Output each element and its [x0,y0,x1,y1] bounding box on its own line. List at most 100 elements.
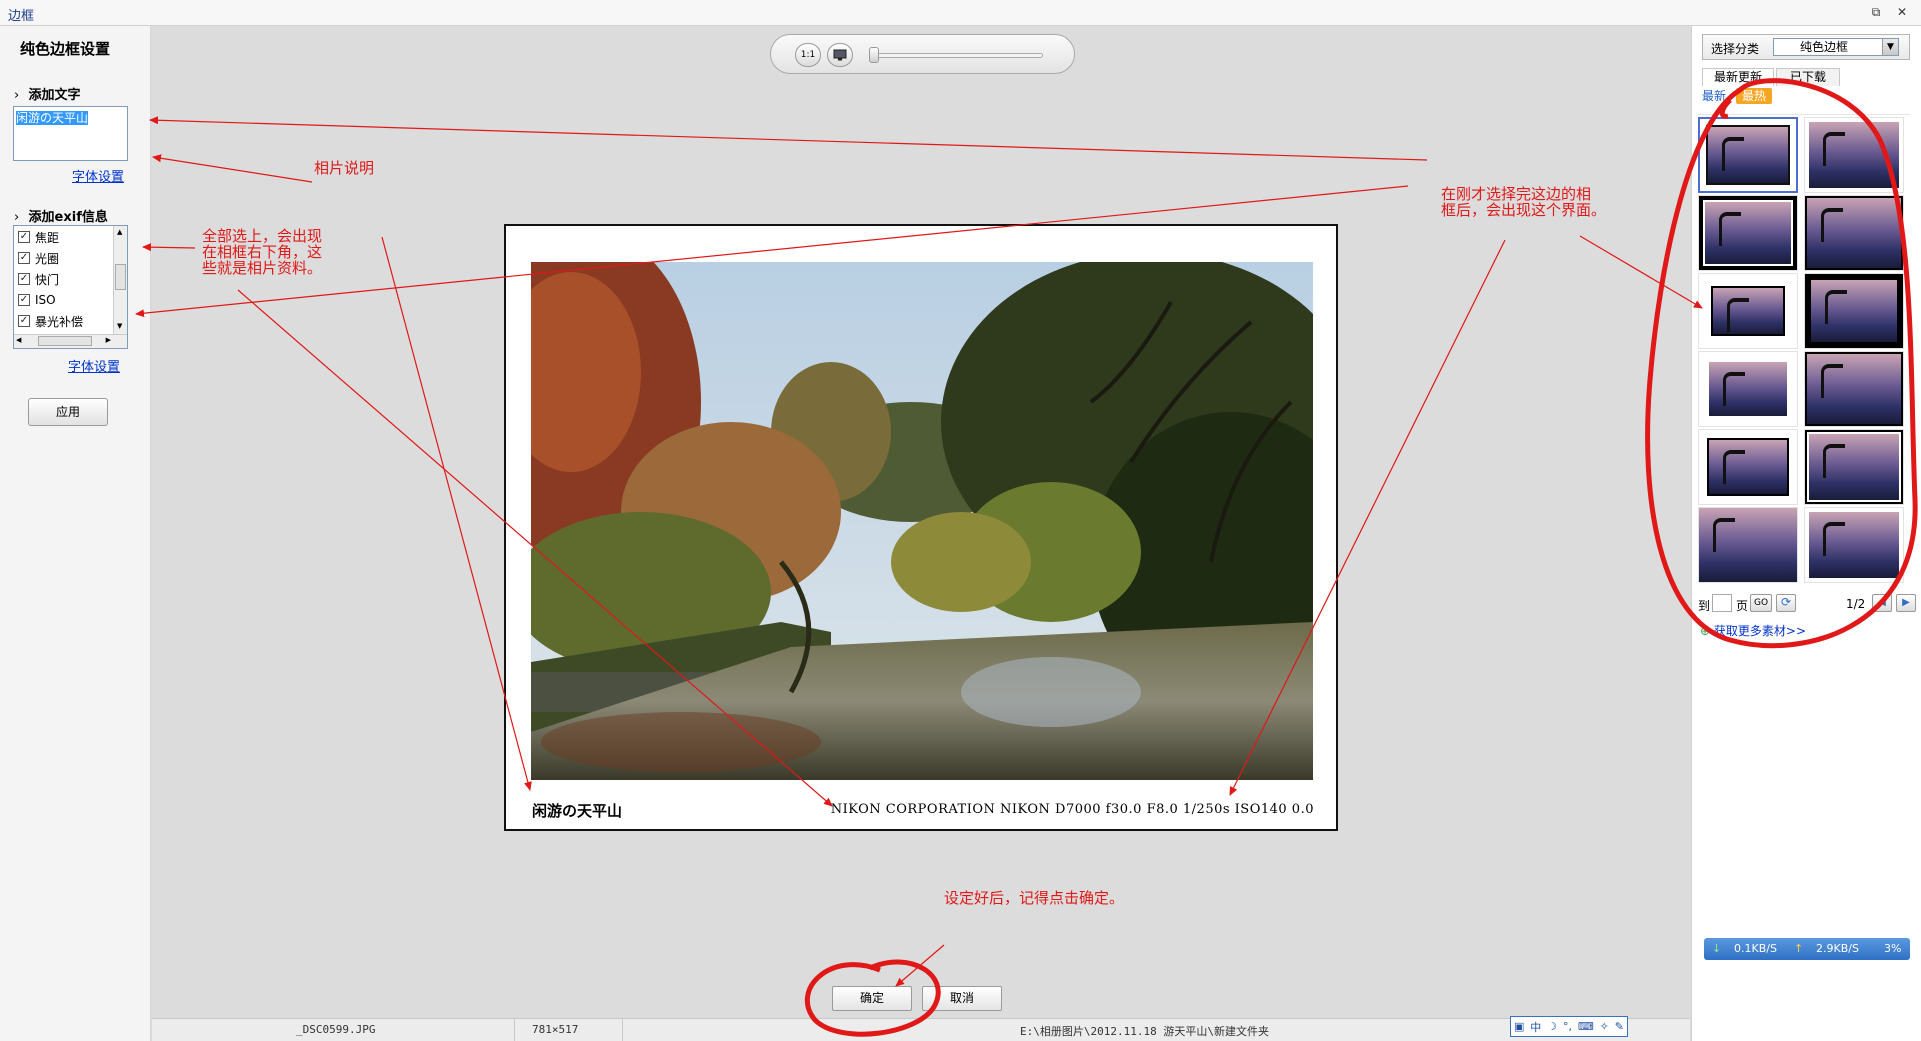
tree-silhouette [1727,298,1749,332]
frame-thumbnail[interactable] [1804,351,1904,427]
cancel-button[interactable]: 取消 [922,986,1002,1011]
checkbox[interactable]: ✓ [18,252,30,264]
chevron-right-icon: › [14,210,20,225]
exif-option[interactable]: ✓ 焦距 [18,228,59,246]
add-exif-section-header[interactable]: › 添加exif信息 [14,206,108,225]
ime-mode[interactable]: 中 [1530,1019,1541,1035]
keyboard-icon[interactable]: ⌨ [1578,1020,1594,1033]
category-bar: 选择分类 纯色边框 ▼ [1702,34,1910,60]
chevron-down-icon[interactable]: ▼ [1882,39,1898,55]
monitor-icon [833,49,847,61]
category-select[interactable]: 纯色边框 ▼ [1773,38,1899,56]
settings-icon[interactable]: ✧ [1600,1020,1609,1033]
annotation-exif: 全部选上，会出现 在相框右下角，这 些就是相片资料。 [202,227,323,277]
fit-screen-button[interactable] [827,43,853,67]
frame-thumbnail[interactable] [1804,195,1904,271]
tree-silhouette [1723,372,1745,406]
tab-latest-updates[interactable]: 最新更新 [1702,68,1774,86]
tree-silhouette [1823,132,1845,166]
exif-option-label: 光圈 [35,251,60,266]
exif-option-label: 快门 [35,272,60,287]
exif-list-horizontal-scrollbar[interactable]: ◀ ▶ [14,334,127,348]
tree-silhouette [1821,208,1843,242]
zoom-slider-handle[interactable] [869,47,879,63]
photo-image [531,262,1313,780]
checkbox[interactable]: ✓ [18,315,30,327]
add-text-label: 添加文字 [28,88,81,103]
pager: 到 页 GO ⟳ 1/2 ◀ ▶ [1698,594,1916,614]
annotation-confirm: 设定好后，记得点击确定。 [944,889,1125,907]
frame-thumbnail[interactable] [1698,429,1798,505]
ime-logo-icon: ▣ [1513,1020,1525,1033]
wrench-icon[interactable]: ✎ [1615,1020,1624,1033]
thumbnail-image [1711,286,1785,336]
frame-thumbnail[interactable] [1698,273,1798,349]
tab-downloaded[interactable]: 已下载 [1776,68,1840,86]
ok-button[interactable]: 确定 [832,986,912,1011]
scroll-thumb[interactable] [38,336,92,346]
text-font-settings-link[interactable]: 字体设置 [72,166,124,185]
bordered-photo-preview: 闲游の天平山 NIKON CORPORATION NIKON D7000 f30… [504,224,1338,831]
frame-thumbnail[interactable] [1804,507,1904,583]
go-button[interactable]: GO [1750,594,1772,612]
network-speed-widget: ↓ 0.1KB/S ↑ 2.9KB/S 3% [1704,938,1910,960]
download-arrow-icon: ↓ [1712,942,1722,955]
frame-caption-text: 闲游の天平山 [532,802,623,820]
thumbnail-image [1807,354,1901,424]
checkbox[interactable]: ✓ [18,231,30,243]
frame-thumbnail[interactable] [1698,195,1798,271]
exif-option[interactable]: ✓ ISO [18,291,56,309]
checkbox[interactable]: ✓ [18,273,30,285]
download-speed: 0.1KB/S [1734,942,1777,955]
tree-silhouette [1723,450,1745,484]
exif-option-label: 暴光补偿 [35,314,84,329]
ime-toolbar[interactable]: ▣ 中 ☽ °, ⌨ ✧ ✎ [1510,1016,1628,1037]
exif-option[interactable]: ✓ 光圈 [18,249,59,267]
frame-exif-text: NIKON CORPORATION NIKON D7000 f30.0 F8.0… [830,802,1314,817]
next-page-button[interactable]: ▶ [1896,594,1916,612]
frame-thumbnail[interactable] [1804,117,1904,193]
thumbnail-image [1706,125,1790,185]
zoom-slider-track[interactable] [873,53,1043,58]
status-dimensions: 781×517 [532,1023,579,1036]
frame-material-panel: 选择分类 纯色边框 ▼ 最新更新 已下载 最新 最热 到 页 GO ⟳ 1/2 … [1691,26,1921,1041]
status-separator [514,1019,515,1041]
frame-thumbnail[interactable] [1804,273,1904,349]
tree-silhouette [1719,212,1741,246]
frame-thumbnail[interactable] [1698,117,1798,193]
previous-page-button[interactable]: ◀ [1872,594,1892,612]
category-label: 选择分类 [1711,42,1760,56]
refresh-icon[interactable]: ⟳ [1776,594,1796,612]
thumbnail-image [1811,280,1897,342]
moon-icon[interactable]: ☽ [1547,1020,1557,1033]
thumbnail-image [1703,200,1793,266]
page-number-input[interactable] [1712,594,1732,612]
chevron-right-icon: › [14,88,20,103]
upload-speed: 2.9KB/S [1816,942,1859,955]
exif-option[interactable]: ✓ 暴光补偿 [18,312,83,330]
caption-textarea[interactable]: 闲游の天平山 [13,106,128,161]
frame-thumbnail-grid [1698,114,1910,584]
exif-checklist: ▲ ▼ ◀ ▶ ✓ 焦距 ✓ 光圈 ✓ 快门 ✓ ISO ✓ 暴光补偿 [13,225,128,349]
scroll-thumb[interactable] [115,264,126,290]
frame-thumbnail[interactable] [1698,507,1798,583]
restore-window-button[interactable]: ⧉ [1868,4,1884,20]
more-materials-label: 获取更多素材>> [1713,624,1807,638]
exif-option[interactable]: ✓ 快门 [18,270,59,288]
exif-list-vertical-scrollbar[interactable]: ▲ ▼ [113,226,127,334]
add-text-section-header[interactable]: › 添加文字 [14,84,81,103]
exif-font-settings-link[interactable]: 字体设置 [68,356,120,375]
close-window-button[interactable]: ✕ [1894,4,1910,20]
checkbox[interactable]: ✓ [18,294,30,306]
more-materials-link[interactable]: ⊕ 获取更多素材>> [1700,622,1806,639]
tree-silhouette [1823,522,1845,556]
frame-thumbnail[interactable] [1698,351,1798,427]
thumbnail-image [1809,512,1899,578]
punctuation-icon[interactable]: °, [1563,1020,1572,1033]
actual-size-button[interactable]: 1:1 [795,43,821,67]
status-filename: _DSC0599.JPG [296,1023,376,1036]
frame-thumbnail[interactable] [1804,429,1904,505]
subtab-hottest[interactable]: 最热 [1736,88,1772,104]
pager-page-label: 页 [1736,599,1749,613]
apply-button[interactable]: 应用 [28,398,108,426]
